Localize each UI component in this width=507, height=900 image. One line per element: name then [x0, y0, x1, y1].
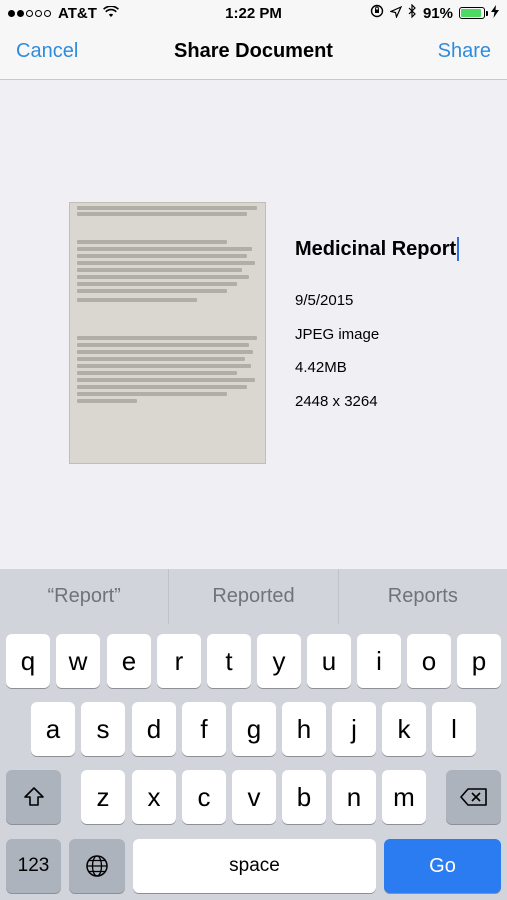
shift-icon: [23, 787, 44, 806]
key-d[interactable]: d: [132, 702, 176, 756]
shift-key[interactable]: [6, 770, 61, 824]
document-date: 9/5/2015: [295, 292, 354, 309]
battery-icon: [459, 7, 488, 19]
key-h[interactable]: h: [282, 702, 326, 756]
key-k[interactable]: k: [382, 702, 426, 756]
document-text-line: [77, 298, 197, 302]
document-type: JPEG image: [295, 326, 380, 343]
document-text-line: [77, 240, 227, 244]
key-z[interactable]: z: [81, 770, 125, 824]
backspace-icon: [459, 788, 487, 806]
text-cursor: [457, 237, 460, 261]
key-b[interactable]: b: [282, 770, 326, 824]
document-text-line: [77, 371, 237, 375]
go-key[interactable]: Go: [384, 839, 501, 893]
key-x[interactable]: x: [132, 770, 176, 824]
status-right: 91%: [370, 3, 499, 22]
key-e[interactable]: e: [107, 634, 151, 688]
document-text-line: [77, 350, 253, 354]
key-t[interactable]: t: [207, 634, 251, 688]
document-text-line: [77, 212, 247, 216]
key-w[interactable]: w: [56, 634, 100, 688]
key-m[interactable]: m: [382, 770, 426, 824]
page-title: Share Document: [174, 40, 333, 62]
key-u[interactable]: u: [307, 634, 351, 688]
charging-icon: [491, 4, 499, 22]
document-text-line: [77, 268, 242, 272]
key-y[interactable]: y: [257, 634, 301, 688]
key-l[interactable]: l: [432, 702, 476, 756]
key-p[interactable]: p: [457, 634, 501, 688]
key-o[interactable]: o: [407, 634, 451, 688]
share-button[interactable]: Share: [438, 40, 491, 63]
key-q[interactable]: q: [6, 634, 50, 688]
document-text-line: [77, 343, 249, 347]
document-text-line: [77, 336, 257, 340]
bluetooth-icon: [408, 3, 417, 22]
key-g[interactable]: g: [232, 702, 276, 756]
key-a[interactable]: a: [31, 702, 75, 756]
autocorrect-suggestions: “Report” Reported Reports: [0, 569, 507, 624]
key-n[interactable]: n: [332, 770, 376, 824]
suggestion-3[interactable]: Reports: [337, 569, 507, 624]
document-text-line: [77, 385, 247, 389]
document-text-line: [77, 261, 255, 265]
status-bar: AT&T 1:22 PM 91%: [0, 0, 507, 28]
key-c[interactable]: c: [182, 770, 226, 824]
navigation-bar: Cancel Share Document Share: [0, 28, 507, 80]
space-key[interactable]: space: [133, 839, 376, 893]
document-text-line: [77, 357, 245, 361]
document-text-line: [77, 254, 247, 258]
document-dimensions: 2448 x 3264: [295, 393, 378, 410]
key-j[interactable]: j: [332, 702, 376, 756]
key-r[interactable]: r: [157, 634, 201, 688]
key-i[interactable]: i: [357, 634, 401, 688]
document-text-line: [77, 275, 249, 279]
delete-key[interactable]: [446, 770, 501, 824]
document-text-line: [77, 399, 137, 403]
numbers-key[interactable]: 123: [6, 839, 61, 893]
document-size: 4.42MB: [295, 359, 347, 376]
key-s[interactable]: s: [81, 702, 125, 756]
key-f[interactable]: f: [182, 702, 226, 756]
orientation-lock-icon: [370, 4, 384, 22]
document-thumbnail: [69, 202, 266, 464]
document-text-line: [77, 206, 257, 210]
document-text-line: [77, 378, 255, 382]
location-icon: [389, 5, 403, 22]
suggestion-1[interactable]: “Report”: [0, 569, 168, 624]
document-text-line: [77, 282, 237, 286]
battery-fill: [461, 9, 482, 17]
document-name[interactable]: Medicinal Report: [295, 238, 456, 261]
document-name-field[interactable]: Medicinal Report: [295, 237, 460, 261]
keyboard: q w e r t y u i o p a s d f g h j k l z …: [0, 624, 507, 900]
key-v[interactable]: v: [232, 770, 276, 824]
document-text-line: [77, 247, 252, 251]
battery-percent: 91%: [422, 4, 453, 22]
document-text-line: [77, 392, 227, 396]
document-text-line: [77, 364, 251, 368]
globe-icon: [86, 855, 108, 877]
globe-key[interactable]: [69, 839, 125, 893]
battery-tip: [486, 11, 488, 16]
suggestion-2[interactable]: Reported: [168, 569, 337, 624]
document-text-line: [77, 289, 227, 293]
